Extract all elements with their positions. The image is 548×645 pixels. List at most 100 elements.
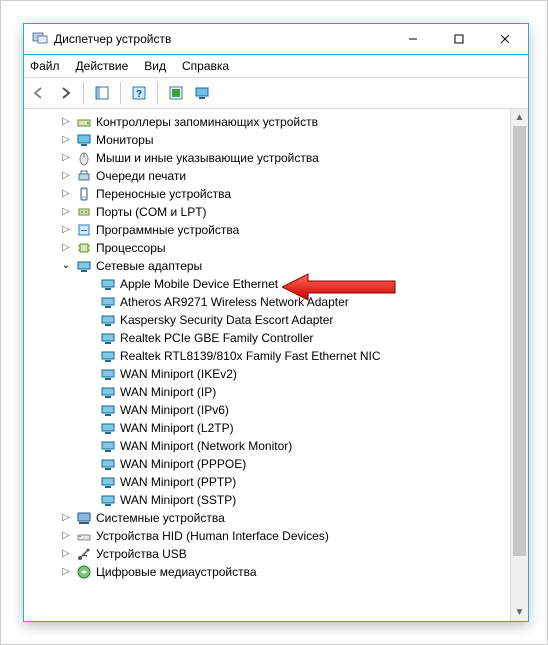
expander-icon[interactable]: ⌄: [60, 257, 72, 275]
devmgr-icon: [32, 30, 48, 49]
device-label: WAN Miniport (L2TP): [120, 419, 234, 437]
category-system_dev[interactable]: ▷ Системные устройства: [30, 509, 526, 527]
menu-file[interactable]: Файл: [30, 59, 60, 73]
category-storage_ctrl[interactable]: ▷ Контроллеры запоминающих устройств: [30, 113, 526, 131]
scroll-up-icon[interactable]: ▲: [511, 109, 528, 126]
menu-bar: Файл Действие Вид Справка: [24, 55, 528, 77]
device-label: WAN Miniport (SSTP): [120, 491, 236, 509]
net-adapter-item[interactable]: WAN Miniport (Network Monitor): [30, 437, 526, 455]
menu-help[interactable]: Справка: [182, 59, 229, 73]
expander-icon[interactable]: ▷: [60, 563, 72, 581]
category-ports[interactable]: ▷ Порты (COM и LPT): [30, 203, 526, 221]
device-icon: [76, 510, 92, 526]
device-label: Процессоры: [96, 239, 166, 257]
nav-forward-icon[interactable]: [54, 82, 76, 104]
device-label: Устройства HID (Human Interface Devices): [96, 527, 329, 545]
expander-icon[interactable]: ▷: [60, 185, 72, 203]
category-print_queues[interactable]: ▷ Очереди печати: [30, 167, 526, 185]
device-icon: [76, 222, 92, 238]
menu-action[interactable]: Действие: [76, 59, 129, 73]
category-software_dev[interactable]: ▷Программные устройства: [30, 221, 526, 239]
net-adapter-item[interactable]: WAN Miniport (PPTP): [30, 473, 526, 491]
scroll-down-icon[interactable]: ▼: [511, 604, 528, 621]
device-icon: [100, 384, 116, 400]
device-icon: [100, 366, 116, 382]
net-adapter-item[interactable]: WAN Miniport (IP): [30, 383, 526, 401]
expander-icon[interactable]: ▷: [60, 545, 72, 563]
device-label: WAN Miniport (Network Monitor): [120, 437, 292, 455]
device-label: Atheros AR9271 Wireless Network Adapter: [120, 293, 349, 311]
expander-icon[interactable]: ▷: [60, 149, 72, 167]
device-tree[interactable]: ▷ Контроллеры запоминающих устройств ▷ Мони…: [24, 109, 528, 621]
device-label: WAN Miniport (IPv6): [120, 401, 229, 419]
net-adapter-item[interactable]: WAN Miniport (IPv6): [30, 401, 526, 419]
svg-text:?: ?: [136, 89, 142, 100]
device-icon: [100, 420, 116, 436]
close-button[interactable]: [482, 24, 528, 54]
device-icon: [100, 348, 116, 364]
device-label: Очереди печати: [96, 167, 186, 185]
expander-icon[interactable]: ▷: [60, 131, 72, 149]
minimize-button[interactable]: [390, 24, 436, 54]
net-adapter-item[interactable]: WAN Miniport (IKEv2): [30, 365, 526, 383]
expander-icon[interactable]: ▷: [60, 203, 72, 221]
device-icon: [76, 150, 92, 166]
device-icon: [76, 564, 92, 580]
category-processors[interactable]: ▷ Процессоры: [30, 239, 526, 257]
net-adapter-item[interactable]: Atheros AR9271 Wireless Network Adapter: [30, 293, 526, 311]
expander-icon[interactable]: ▷: [60, 113, 72, 131]
net-adapter-item[interactable]: WAN Miniport (PPPOE): [30, 455, 526, 473]
device-icon: [100, 312, 116, 328]
expander-icon[interactable]: ▷: [60, 239, 72, 257]
device-icon: [100, 276, 116, 292]
show-hide-icon[interactable]: [91, 82, 113, 104]
device-label: Realtek PCIe GBE Family Controller: [120, 329, 313, 347]
device-icon: [76, 528, 92, 544]
toolbar: ?: [24, 77, 528, 109]
device-icon: [100, 474, 116, 490]
net-adapter-item[interactable]: Realtek RTL8139/810x Family Fast Etherne…: [30, 347, 526, 365]
device-label: Контроллеры запоминающих устройств: [96, 113, 318, 131]
device-icon: [76, 186, 92, 202]
device-icon: [100, 438, 116, 454]
device-label: Kaspersky Security Data Escort Adapter: [120, 311, 333, 329]
device-label: Мониторы: [96, 131, 153, 149]
category-digital_media[interactable]: ▷Цифровые медиаустройства: [30, 563, 526, 581]
help-icon[interactable]: ?: [128, 82, 150, 104]
category-net_adapters[interactable]: ⌄Сетевые адаптеры: [30, 257, 526, 275]
title-bar: Диспетчер устройств: [24, 24, 528, 55]
category-usb[interactable]: ▷Устройства USB: [30, 545, 526, 563]
device-icon: [76, 132, 92, 148]
device-icon: [76, 258, 92, 274]
device-label: Системные устройства: [96, 509, 225, 527]
menu-view[interactable]: Вид: [144, 59, 166, 73]
device-label: Переносные устройства: [96, 185, 231, 203]
expander-icon[interactable]: ▷: [60, 221, 72, 239]
net-adapter-item[interactable]: WAN Miniport (L2TP): [30, 419, 526, 437]
category-hid[interactable]: ▷ Устройства HID (Human Interface Devices…: [30, 527, 526, 545]
monitor-icon[interactable]: [191, 82, 213, 104]
device-label: Порты (COM и LPT): [96, 203, 207, 221]
net-adapter-item[interactable]: Realtek PCIe GBE Family Controller: [30, 329, 526, 347]
device-icon: [100, 402, 116, 418]
device-label: Мыши и иные указывающие устройства: [96, 149, 319, 167]
net-adapter-item[interactable]: WAN Miniport (SSTP): [30, 491, 526, 509]
category-mice[interactable]: ▷ Мыши и иные указывающие устройства: [30, 149, 526, 167]
window-title: Диспетчер устройств: [54, 32, 390, 46]
expander-icon[interactable]: ▷: [60, 167, 72, 185]
category-monitors[interactable]: ▷ Мониторы: [30, 131, 526, 149]
device-label: Apple Mobile Device Ethernet: [120, 275, 278, 293]
vertical-scrollbar[interactable]: ▲ ▼: [510, 109, 528, 621]
net-adapter-item[interactable]: Apple Mobile Device Ethernet: [30, 275, 526, 293]
device-label: Realtek RTL8139/810x Family Fast Etherne…: [120, 347, 381, 365]
nav-back-icon[interactable]: [28, 82, 50, 104]
expander-icon[interactable]: ▷: [60, 527, 72, 545]
maximize-button[interactable]: [436, 24, 482, 54]
expander-icon[interactable]: ▷: [60, 509, 72, 527]
device-icon: [76, 114, 92, 130]
scrollbar-thumb[interactable]: [513, 126, 526, 556]
scan-hardware-icon[interactable]: [165, 82, 187, 104]
net-adapter-item[interactable]: Kaspersky Security Data Escort Adapter: [30, 311, 526, 329]
category-portable[interactable]: ▷ Переносные устройства: [30, 185, 526, 203]
device-label: WAN Miniport (IKEv2): [120, 365, 237, 383]
